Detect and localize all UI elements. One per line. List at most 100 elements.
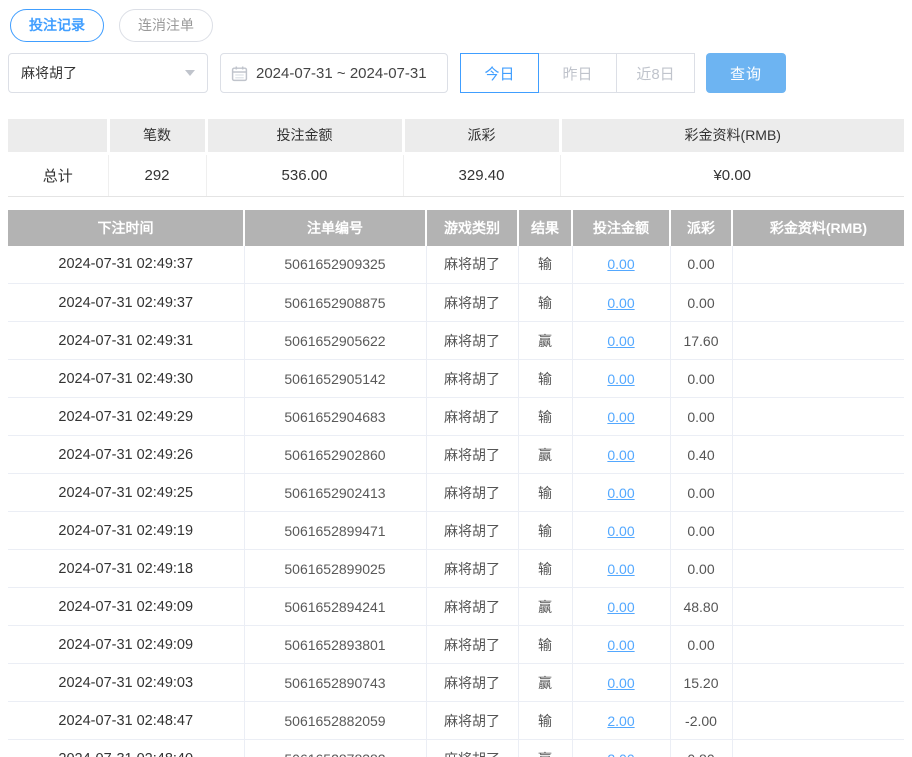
- cell-result: 赢: [517, 321, 572, 360]
- tab-bet-records[interactable]: 投注记录: [10, 9, 104, 42]
- table-row: 2024-07-31 02:48:405061652878382麻将胡了赢 2.0…: [8, 739, 904, 757]
- bet-amount-link[interactable]: 2.00: [607, 751, 634, 757]
- top-tabs: 投注记录 连消注单: [0, 0, 912, 42]
- cell-result: 赢: [517, 587, 572, 626]
- bet-amount-link[interactable]: 0.00: [607, 409, 634, 425]
- cell-bonus: [731, 625, 904, 664]
- cell-bonus: [731, 397, 904, 436]
- cell-payout: 0.00: [669, 283, 732, 322]
- cell-bet-amount: 0.00: [571, 245, 670, 284]
- cell-game-type: 麻将胡了: [425, 587, 518, 626]
- table-row: 2024-07-31 02:49:29 5061652904683 麻将胡了输 0.0…: [8, 397, 904, 436]
- cell-bet-time: 2024-07-31 02:49:26: [8, 435, 244, 474]
- last-8-days-button[interactable]: 近8日: [616, 53, 695, 93]
- bet-amount-link[interactable]: 0.00: [607, 599, 634, 615]
- cell-result: 赢: [517, 739, 572, 757]
- cell-bet-amount: 0.00: [571, 549, 670, 588]
- cell-payout: 0.00: [669, 549, 732, 588]
- cell-bet-time: 2024-07-31 02:48:47: [8, 701, 244, 740]
- table-row: 2024-07-31 02:49:37 5061652909325 麻将胡了输 0.0…: [8, 245, 904, 284]
- summary-table: 笔数 投注金额 派彩 彩金资料(RMB) 总计 292 536.00 329.40 ¥…: [8, 119, 904, 197]
- cell-result: 输: [517, 625, 572, 664]
- table-row: 2024-07-31 02:49:03 5061652890743 麻将胡了赢 0.0…: [8, 663, 904, 702]
- cell-bonus: [731, 701, 904, 740]
- bet-amount-link[interactable]: 0.00: [607, 447, 634, 463]
- search-button[interactable]: 查询: [706, 53, 786, 93]
- cell-bet-id: 5061652878382: [243, 739, 426, 757]
- bet-amount-link[interactable]: 0.00: [607, 256, 634, 272]
- cell-bet-time: 2024-07-31 02:49:19: [8, 511, 244, 550]
- table-row: 2024-07-31 02:49:09 5061652893801 麻将胡了输 0.0…: [8, 625, 904, 664]
- cell-bonus: [731, 321, 904, 360]
- table-row: 2024-07-31 02:49:26 5061652902860 麻将胡了赢 0.0…: [8, 435, 904, 474]
- quick-date-buttons: 今日 昨日 近8日: [460, 53, 695, 93]
- records-header-cell: 下注时间: [8, 209, 244, 246]
- cell-bet-time: 2024-07-31 02:49:09: [8, 587, 244, 626]
- cell-bonus: [731, 739, 904, 757]
- cell-bet-id: 5061652890743: [243, 663, 426, 702]
- cell-bet-amount: 0.00: [571, 435, 670, 474]
- cell-bet-id: 5061652893801: [243, 625, 426, 664]
- summary-total-row: 总计 292 536.00 329.40 ¥0.00: [8, 153, 904, 197]
- cell-game-type: 麻将胡了: [425, 397, 518, 436]
- bet-amount-link[interactable]: 0.00: [607, 675, 634, 691]
- summary-count: 292: [107, 153, 206, 197]
- cell-bet-amount: 0.00: [571, 511, 670, 550]
- summary-bet-amount: 536.00: [205, 153, 403, 197]
- cell-game-type: 麻将胡了: [425, 663, 518, 702]
- cell-bet-id: 5061652899471: [243, 511, 426, 550]
- cell-result: 输: [517, 511, 572, 550]
- cell-bet-amount: 0.00: [571, 321, 670, 360]
- cell-bonus: [731, 245, 904, 284]
- cell-bet-time: 2024-07-31 02:49:37: [8, 283, 244, 322]
- cell-bet-time: 2024-07-31 02:49:29: [8, 397, 244, 436]
- bet-amount-link[interactable]: 0.00: [607, 485, 634, 501]
- summary-header-cell: 彩金资料(RMB): [558, 119, 904, 155]
- filter-bar: 麻将胡了 2024-07-31 ~ 2024-07-31 今日 昨日 近8日 查…: [8, 53, 912, 93]
- cell-bet-amount: 0.00: [571, 625, 670, 664]
- cell-bet-amount: 0.00: [571, 397, 670, 436]
- cell-game-type: 麻将胡了: [425, 283, 518, 322]
- cell-bonus: [731, 587, 904, 626]
- summary-payout: 329.40: [402, 153, 560, 197]
- bet-amount-link[interactable]: 0.00: [607, 561, 634, 577]
- table-row: 2024-07-31 02:49:25 5061652902413 麻将胡了输 0.0…: [8, 473, 904, 512]
- cell-result: 输: [517, 549, 572, 588]
- cell-game-type: 麻将胡了: [425, 701, 518, 740]
- bet-amount-link[interactable]: 0.00: [607, 523, 634, 539]
- summary-bonus: ¥0.00: [559, 153, 904, 197]
- records-table: 下注时间 注单编号 游戏类别 结果 投注金额 派彩 彩金资料(RMB) 2024-07-31…: [8, 209, 904, 757]
- summary-header-cell: 派彩: [401, 119, 560, 155]
- cell-game-type: 麻将胡了: [425, 549, 518, 588]
- yesterday-button[interactable]: 昨日: [538, 53, 617, 93]
- bet-amount-link[interactable]: 2.00: [607, 713, 634, 729]
- bet-amount-link[interactable]: 0.00: [607, 637, 634, 653]
- date-range-picker[interactable]: 2024-07-31 ~ 2024-07-31: [220, 53, 448, 93]
- bet-amount-link[interactable]: 0.00: [607, 295, 634, 311]
- cell-payout: 15.20: [669, 663, 732, 702]
- calendar-icon: [231, 65, 248, 82]
- cell-bet-amount: 0.00: [571, 283, 670, 322]
- table-row: 2024-07-31 02:49:37 5061652908875 麻将胡了输 0.0…: [8, 283, 904, 322]
- cell-bonus: [731, 283, 904, 322]
- cell-bet-time: 2024-07-31 02:49:30: [8, 359, 244, 398]
- cell-bet-amount: 0.00: [571, 663, 670, 702]
- game-type-select[interactable]: 麻将胡了: [8, 53, 208, 93]
- chevron-down-icon: [185, 70, 195, 76]
- cell-bonus: [731, 435, 904, 474]
- records-header-cell: 结果: [517, 209, 572, 246]
- cell-result: 输: [517, 283, 572, 322]
- cell-bet-amount: 0.00: [571, 587, 670, 626]
- table-row: 2024-07-31 02:49:19 5061652899471 麻将胡了输 0.0…: [8, 511, 904, 550]
- tab-cancelled-bets[interactable]: 连消注单: [119, 9, 213, 42]
- bet-amount-link[interactable]: 0.00: [607, 333, 634, 349]
- today-button[interactable]: 今日: [460, 53, 539, 93]
- cell-payout: 0.00: [669, 397, 732, 436]
- cell-bet-id: 5061652905142: [243, 359, 426, 398]
- cell-bet-id: 5061652905622: [243, 321, 426, 360]
- cell-bet-amount: 2.00: [571, 739, 670, 757]
- cell-payout: 0.00: [669, 245, 732, 284]
- bet-amount-link[interactable]: 0.00: [607, 371, 634, 387]
- records-header-row: 下注时间 注单编号 游戏类别 结果 投注金额 派彩 彩金资料(RMB): [8, 209, 904, 246]
- summary-header-cell: 投注金额: [204, 119, 403, 155]
